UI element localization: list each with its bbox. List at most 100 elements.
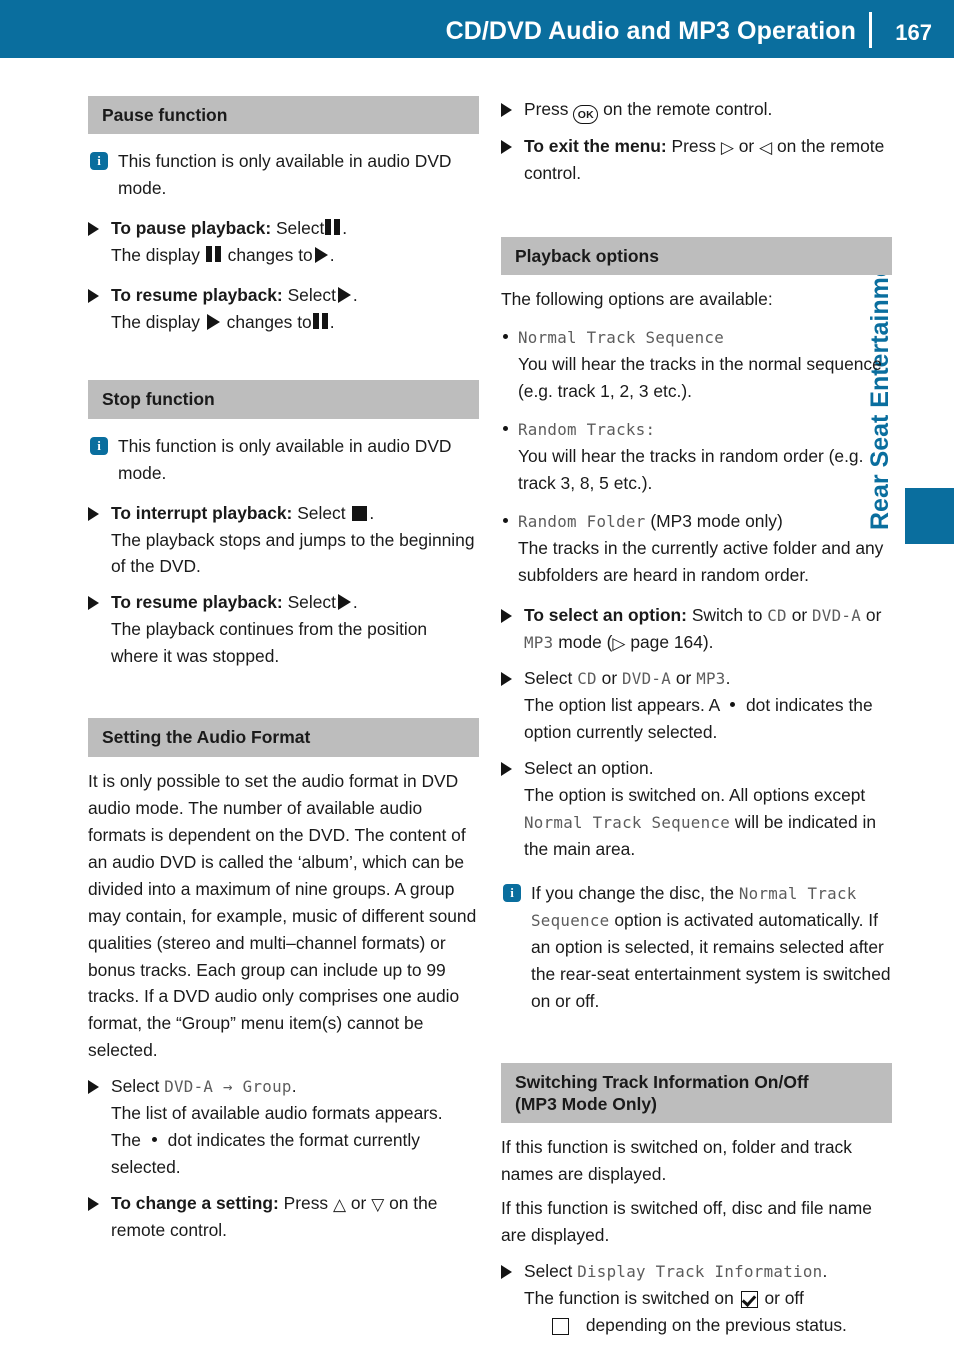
- step-text-end: .: [352, 285, 358, 306]
- step-text-or: or: [350, 1193, 367, 1214]
- ok-button-icon: OK: [573, 105, 599, 124]
- step-text-end: .: [352, 592, 358, 613]
- step-subtext: The playback stops and jumps to the begi…: [111, 529, 475, 577]
- step-text: Select: [287, 592, 336, 613]
- step-subtext: The option list appears. A: [524, 694, 720, 715]
- step-resume-playback-stop: To resume playback: Select. The playback…: [88, 589, 479, 670]
- play-glyph-icon: [206, 314, 220, 331]
- info-note-text: This function is only available in audio…: [118, 435, 452, 483]
- step-text: Select an option.: [524, 757, 654, 778]
- triangle-bullet-icon: [88, 506, 99, 521]
- step-text-end: .: [342, 218, 348, 239]
- dot-bullet-icon: [503, 334, 508, 340]
- step-subtext-end: .: [329, 245, 335, 266]
- heading-line-2: (MP3 Mode Only): [515, 1093, 657, 1114]
- option-name-inline: Normal Track Sequence: [524, 812, 731, 832]
- info-note-stop: i This function is only available in aud…: [88, 433, 479, 487]
- step-select-an-option-mode: To select an option: Switch to CD or DVD…: [501, 602, 892, 656]
- step-subtext-2: changes to: [226, 312, 312, 333]
- step-select-option: Select an option. The option is switched…: [501, 755, 892, 863]
- step-text-end: .: [822, 1261, 828, 1282]
- triangle-bullet-icon: [88, 289, 99, 304]
- step-subtext-3: dot indicates the format currently selec…: [111, 1130, 420, 1178]
- step-subtext: The display: [111, 245, 200, 266]
- triangle-bullet-icon: [501, 671, 512, 686]
- step-text: Select: [275, 218, 325, 239]
- step-resume-playback-pause: To resume playback: Select. The display …: [88, 282, 479, 336]
- triangle-bullet-icon: [88, 596, 99, 611]
- play-glyph-icon: [337, 594, 351, 611]
- step-text: Switch to: [691, 605, 763, 626]
- heading-line-1: Switching Track Information On/Off: [515, 1071, 809, 1092]
- info-icon: i: [503, 883, 521, 902]
- step-text-end: .: [725, 667, 731, 688]
- step-subtext-2: or off: [764, 1288, 804, 1309]
- step-text: Select: [297, 502, 346, 523]
- checkbox-checked-icon: [740, 1291, 758, 1309]
- step-select-group: Select DVD-A → Group. The list of availa…: [88, 1073, 479, 1181]
- option-name-suffix: (MP3 mode only): [650, 511, 783, 532]
- section-heading-setting-audio-format: Setting the Audio Format: [88, 718, 479, 757]
- arrow-up-icon: △: [332, 1195, 347, 1215]
- option-description: The tracks in the currently active folde…: [518, 538, 884, 586]
- page-title: CD/DVD Audio and MP3 Operation: [445, 17, 856, 45]
- pause-glyph-icon: [325, 219, 341, 236]
- step-text-end: ).: [702, 631, 714, 652]
- stop-glyph-icon: [352, 505, 368, 521]
- step-subtext: The playback continues from the position…: [111, 619, 428, 667]
- menu-path-value: DVD-A → Group: [164, 1077, 292, 1097]
- info-icon: i: [90, 152, 108, 171]
- option-name: Random Tracks:: [518, 420, 656, 440]
- step-text-mid: mode (: [558, 631, 613, 652]
- left-column: Pause function i This function is only a…: [88, 96, 479, 1244]
- playback-options-intro: The following options are available:: [501, 289, 773, 310]
- step-lead: To interrupt playback:: [111, 502, 293, 523]
- audio-format-paragraph: It is only possible to set the audio for…: [88, 770, 477, 1061]
- dot-bullet-icon: [503, 426, 508, 432]
- right-column: Press OK on the remote control. To exit …: [501, 96, 892, 1339]
- arrow-down-icon: ▽: [371, 1195, 385, 1215]
- list-item-option-random-folder: Random Folder (MP3 mode only) The tracks…: [501, 508, 892, 589]
- step-lead: To pause playback:: [111, 218, 272, 239]
- step-text-end: on the remote control.: [603, 99, 773, 119]
- mode-value-dvd-a: DVD-A: [621, 668, 672, 688]
- arrow-left-icon: ◁: [759, 138, 773, 157]
- step-text: Press: [671, 136, 716, 156]
- checkbox-unchecked-icon: [552, 1318, 569, 1336]
- list-item-option-random-tracks: Random Tracks: You will hear the tracks …: [501, 416, 892, 497]
- step-exit-menu: To exit the menu: Press ▷ or ◁ on the re…: [501, 133, 892, 187]
- mode-value-mp3: MP3: [524, 632, 554, 652]
- step-text: Select: [287, 285, 336, 306]
- step-subtext-2: changes to: [227, 245, 313, 266]
- page-reference: page 164: [630, 631, 703, 652]
- triangle-bullet-icon: [88, 1197, 99, 1212]
- mode-value-cd: CD: [767, 606, 787, 626]
- arrow-right-icon: ▷: [720, 138, 734, 157]
- step-text-or: or: [738, 136, 755, 156]
- step-text-or: or: [791, 605, 808, 626]
- section-heading-playback-options: Playback options: [501, 236, 892, 276]
- header-divider: [869, 12, 872, 48]
- dot-bullet-icon: [503, 518, 508, 524]
- selection-dot-icon: [730, 701, 736, 707]
- section-side-tab: Rear Seat Entertainment: [866, 110, 954, 530]
- step-text: Press: [524, 99, 569, 119]
- selection-dot-icon: [151, 1137, 157, 1143]
- page-number: 167: [895, 20, 932, 45]
- mode-value-dvd-a: DVD-A: [812, 606, 862, 626]
- option-name: Random Folder: [518, 512, 646, 532]
- info-note-playback-options: i If you change the disc, the Normal Tra…: [501, 880, 892, 1015]
- step-select-display-track-information: Select Display Track Information. The fu…: [501, 1258, 892, 1339]
- step-subtext: The display: [111, 312, 200, 333]
- play-glyph-icon: [337, 287, 351, 304]
- info-note-text: If you change the disc, the: [531, 882, 735, 903]
- step-text-end: .: [369, 502, 375, 523]
- info-note-text: This function is only available in audio…: [118, 151, 452, 199]
- step-lead: To resume playback:: [111, 285, 283, 306]
- track-info-paragraph-1: If this function is switched on, folder …: [501, 1137, 852, 1185]
- step-subtext-2: The: [111, 1130, 141, 1151]
- side-tab-marker: [905, 488, 954, 544]
- triangle-bullet-icon: [501, 761, 512, 776]
- step-lead: To change a setting:: [111, 1193, 279, 1214]
- section-heading-pause-function: Pause function: [88, 96, 479, 135]
